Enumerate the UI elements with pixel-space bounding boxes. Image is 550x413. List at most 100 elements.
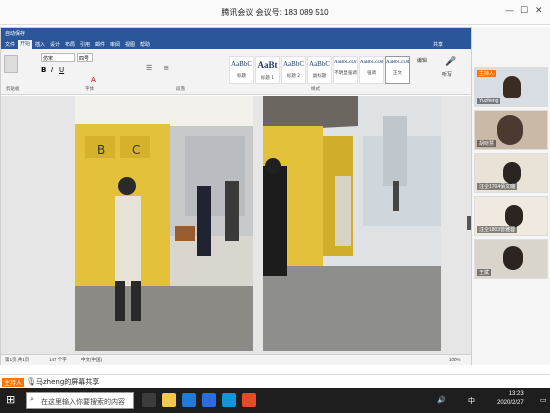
svg-text:B: B: [97, 143, 105, 157]
screen-share-label: 马zheng的屏幕共享: [36, 378, 100, 386]
maximize-icon[interactable]: ☐: [520, 6, 528, 16]
font-color-icon[interactable]: A: [91, 76, 96, 84]
participant-name: 汪仝1704佰文璐: [477, 183, 518, 190]
scroll-arrow-right[interactable]: [467, 216, 471, 230]
avatar: [505, 205, 523, 227]
tab-file[interactable]: 文件: [5, 41, 15, 48]
taskbar-search-input[interactable]: ⌕ 在这里输入你要搜索的内容: [26, 392, 134, 409]
style-sample: AaBbC: [231, 60, 252, 68]
svg-text:C: C: [132, 143, 140, 157]
ribbon: 剪贴板 仿宋 四号 B I U A 字体 ☰ ≡ 段落 AaBbC 标题 AaBt…: [1, 49, 471, 95]
style-name: 副标题: [312, 74, 327, 79]
font-size-select[interactable]: 四号: [77, 53, 93, 62]
word-status-bar: 第1页,共1页 147 个字 中文(中国) 100%: [1, 354, 471, 365]
search-placeholder: 在这里输入你要搜索的内容: [41, 399, 125, 406]
participant-tile[interactable]: 主持人 Yuzheng: [474, 67, 548, 107]
microphone-icon[interactable]: 🎤: [445, 57, 456, 67]
tab-mailings[interactable]: 邮件: [95, 41, 105, 48]
dictate-tool[interactable]: 听写: [442, 71, 452, 78]
system-clock[interactable]: 13:23 2020/2/27: [497, 390, 524, 408]
meeting-title: 腾讯会议 会议号: 183 089 510: [221, 8, 329, 17]
paragraph-group-label: 段落: [176, 86, 185, 91]
participant-tile[interactable]: 汪仝1704佰文璐: [474, 153, 548, 193]
style-subtitle[interactable]: AaBbC 副标题: [307, 56, 332, 84]
style-sample: AaBbCcDd: [360, 60, 383, 65]
paste-icon[interactable]: [4, 55, 18, 73]
notification-icon[interactable]: ▭: [540, 396, 547, 404]
document-area[interactable]: B C: [1, 96, 471, 354]
bullet-list-icon[interactable]: ☰: [146, 64, 152, 72]
font-group-label: 字体: [85, 86, 94, 91]
style-title[interactable]: AaBbC 标题: [229, 56, 254, 84]
style-name: 标题: [237, 74, 246, 79]
tab-home[interactable]: 开始: [18, 40, 33, 49]
ribbon-tabs: 文件 开始 插入 设计 布局 引用 邮件 审阅 视图 帮助 共享: [1, 39, 471, 49]
file-explorer-icon[interactable]: [162, 393, 176, 407]
participant-panel: 主持人 Yuzheng 胡晓慧 汪仝1704佰文璐 汪仝1803曾雅蓉 王斌: [472, 27, 550, 365]
tab-design[interactable]: 设计: [50, 41, 60, 48]
styles-group-label: 样式: [311, 86, 320, 91]
clock-time: 13:23: [508, 391, 524, 397]
tab-view[interactable]: 视图: [125, 41, 135, 48]
style-sample: AaBt: [257, 60, 278, 70]
shared-word-window: 自动保存 文件 开始 插入 设计 布局 引用 邮件 审阅 视图 帮助 共享 剪贴…: [0, 27, 472, 365]
style-subtle-emphasis[interactable]: AaBbCcDc 不明显强调: [333, 56, 358, 84]
zoom-level[interactable]: 100%: [449, 357, 461, 362]
tab-insert[interactable]: 插入: [35, 41, 45, 48]
style-name: 强调: [367, 71, 376, 76]
microphone-icon[interactable]: 🎙: [26, 377, 36, 386]
style-sample: AaBbCcDc: [334, 60, 357, 65]
participant-name: Yuzheng: [477, 98, 501, 104]
clipboard-group-label: 剪贴板: [6, 86, 20, 91]
word-title-bar: 自动保存: [1, 28, 471, 39]
style-name: 标题 1: [260, 76, 275, 81]
style-sample: AaBbC: [283, 60, 304, 68]
photo-left: B C: [75, 96, 253, 351]
style-heading1[interactable]: AaBt 标题 1: [255, 56, 280, 84]
word-count: 147 个字: [49, 357, 67, 362]
style-sample: AaBbC: [309, 60, 330, 68]
minimize-icon[interactable]: —: [505, 6, 514, 16]
windows-start-icon[interactable]: ⊞: [6, 393, 15, 406]
bold-icon[interactable]: B: [41, 66, 46, 74]
ime-indicator[interactable]: 中: [468, 396, 475, 406]
app-icon[interactable]: [242, 393, 256, 407]
language-status: 中文(中国): [81, 357, 102, 362]
screen-share-bar: 主持人 🎙 马zheng的屏幕共享: [0, 374, 550, 388]
avatar: [503, 162, 521, 184]
font-name-select[interactable]: 仿宋: [41, 53, 75, 62]
speaker-icon[interactable]: 🔊: [437, 396, 446, 404]
task-view-icon[interactable]: [142, 393, 156, 407]
style-name: 正文: [393, 71, 402, 76]
autosave-label[interactable]: 自动保存: [5, 30, 25, 37]
word-app-icon[interactable]: [202, 393, 216, 407]
style-sample: AaBbCcDd: [386, 60, 409, 65]
avatar: [503, 76, 521, 98]
tab-layout[interactable]: 布局: [65, 41, 75, 48]
share-button[interactable]: 共享: [433, 41, 443, 48]
style-heading2[interactable]: AaBbC 标题 2: [281, 56, 306, 84]
tencent-meeting-icon[interactable]: [222, 393, 236, 407]
close-icon[interactable]: ✕: [535, 6, 543, 16]
clock-date: 2020/2/27: [497, 400, 524, 406]
align-icon[interactable]: ≡: [163, 64, 169, 72]
edit-tool[interactable]: 编辑: [417, 57, 427, 64]
search-icon: ⌕: [30, 396, 34, 403]
tab-review[interactable]: 审阅: [110, 41, 120, 48]
edge-icon[interactable]: [182, 393, 196, 407]
tab-references[interactable]: 引用: [80, 41, 90, 48]
underline-icon[interactable]: U: [59, 66, 64, 74]
style-emphasis[interactable]: AaBbCcDd 强调: [359, 56, 384, 84]
participant-tile[interactable]: 胡晓慧: [474, 110, 548, 150]
style-normal[interactable]: AaBbCcDd 正文: [385, 56, 410, 84]
participant-name: 胡晓慧: [477, 140, 497, 147]
tab-help[interactable]: 帮助: [140, 41, 150, 48]
italic-icon[interactable]: I: [51, 66, 53, 74]
host-badge: 主持人: [477, 70, 497, 77]
style-name: 标题 2: [286, 74, 301, 79]
avatar: [497, 115, 523, 145]
style-name: 不明显强调: [334, 71, 357, 76]
participant-tile[interactable]: 王斌: [474, 239, 548, 279]
host-badge: 主持人: [2, 378, 25, 387]
participant-tile[interactable]: 汪仝1803曾雅蓉: [474, 196, 548, 236]
